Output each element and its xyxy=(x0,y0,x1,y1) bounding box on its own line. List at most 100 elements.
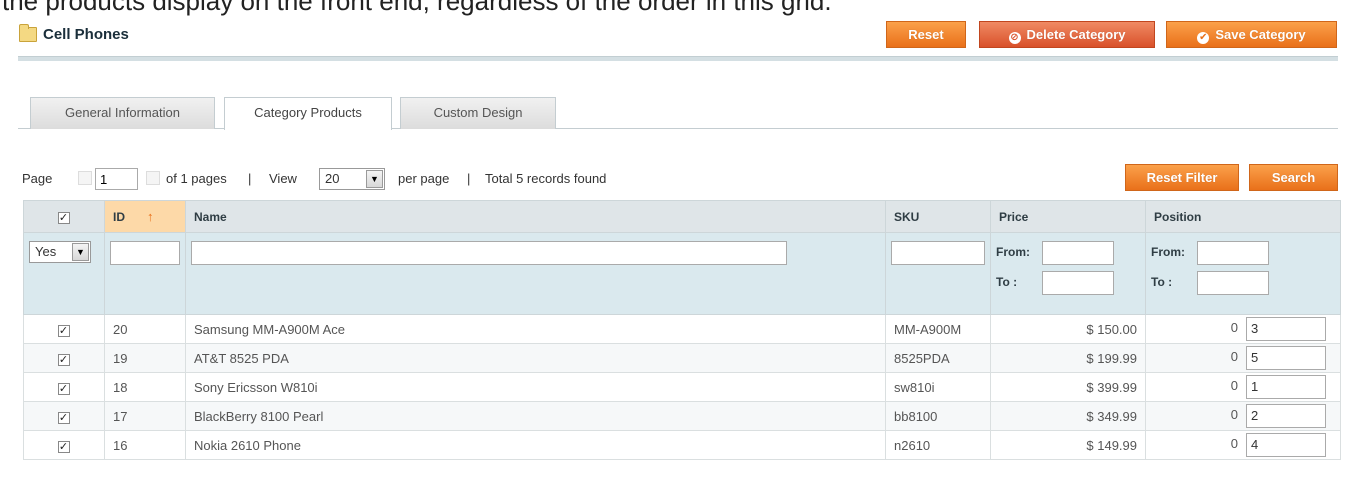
per-page-value: 20 xyxy=(325,171,340,186)
in-category-filter-select[interactable]: Yes ▼ xyxy=(29,241,91,263)
sku-header-label: SKU xyxy=(894,209,920,224)
row-select-cell[interactable]: ✓ xyxy=(23,401,105,431)
name-column-header[interactable]: Name xyxy=(185,200,886,233)
caption-text: the products display on the front end, r… xyxy=(2,0,832,16)
row-checkbox[interactable]: ✓ xyxy=(57,324,70,337)
position-input[interactable]: 3 xyxy=(1246,317,1326,341)
price-to-label: To : xyxy=(996,275,1018,290)
price-cell: $ 150.00 xyxy=(990,314,1146,344)
position-cell: 04 xyxy=(1145,430,1341,460)
select-all-header[interactable]: ✓ xyxy=(23,200,105,233)
position-default: 0 xyxy=(1230,436,1238,452)
header-divider xyxy=(18,56,1338,61)
total-records-text: Total 5 records found xyxy=(485,171,607,186)
position-from-input[interactable] xyxy=(1197,241,1269,265)
reset-filter-label: Reset Filter xyxy=(1146,170,1218,185)
name-filter-input[interactable] xyxy=(191,241,787,265)
select-all-checkbox[interactable]: ✓ xyxy=(57,211,70,224)
position-default: 0 xyxy=(1230,320,1238,336)
view-label: View xyxy=(269,171,297,186)
position-input[interactable]: 2 xyxy=(1246,404,1326,428)
price-cell: $ 199.99 xyxy=(990,343,1146,373)
pager: Page of 1 pages | View 20 ▼ per page | T… xyxy=(22,168,722,192)
position-column-header[interactable]: Position xyxy=(1145,200,1341,233)
tab-custom-design[interactable]: Custom Design xyxy=(400,97,556,129)
next-page-arrow-icon[interactable] xyxy=(146,171,160,185)
of-pages-text: of 1 pages xyxy=(166,171,227,186)
check-icon: ✔ xyxy=(1197,32,1210,44)
position-cell: 03 xyxy=(1145,314,1341,344)
pager-separator: | xyxy=(248,171,252,186)
table-row[interactable]: ✓ 17 BlackBerry 8100 Pearl bb8100 $ 349.99 0 2 xyxy=(23,401,1341,431)
price-to-input[interactable] xyxy=(1042,271,1114,295)
id-cell: 18 xyxy=(104,372,186,402)
search-button[interactable]: Search xyxy=(1249,164,1338,191)
name-cell: Samsung MM-A900M Ace xyxy=(185,314,886,344)
folder-icon xyxy=(19,24,37,42)
reset-filter-button[interactable]: Reset Filter xyxy=(1125,164,1239,191)
id-cell: 20 xyxy=(104,314,186,344)
sku-cell: n2610 xyxy=(885,430,991,460)
id-header-label: ID xyxy=(113,210,125,224)
name-cell: AT&T 8525 PDA xyxy=(185,343,886,373)
name-header-label: Name xyxy=(194,209,227,224)
price-from-input[interactable] xyxy=(1042,241,1114,265)
position-cell: 05 xyxy=(1145,343,1341,373)
id-filter-input[interactable] xyxy=(110,241,180,265)
position-from-label: From: xyxy=(1151,245,1185,260)
id-column-header[interactable]: ID ↑ xyxy=(104,200,186,233)
row-checkbox[interactable]: ✓ xyxy=(57,382,70,395)
page-number-input[interactable] xyxy=(95,168,138,190)
reset-button[interactable]: Reset xyxy=(886,21,966,48)
search-button-label: Search xyxy=(1271,170,1316,185)
per-page-label: per page xyxy=(398,171,450,186)
table-row[interactable]: ✓ 18 Sony Ericsson W810i sw810i $ 399.99 0 1 xyxy=(23,372,1341,402)
chevron-down-icon: ▼ xyxy=(72,243,89,261)
row-select-cell[interactable]: ✓ xyxy=(23,372,105,402)
price-from-label: From: xyxy=(996,245,1030,260)
sku-cell: MM-A900M xyxy=(885,314,991,344)
price-cell: $ 399.99 xyxy=(990,372,1146,402)
position-input[interactable]: 4 xyxy=(1246,433,1326,457)
save-button-label: Save Category xyxy=(1215,27,1306,42)
position-default: 0 xyxy=(1230,378,1238,394)
page-label: Page xyxy=(22,171,53,186)
position-input[interactable]: 5 xyxy=(1246,346,1326,370)
position-to-label: To : xyxy=(1151,275,1173,290)
price-header-label: Price xyxy=(999,209,1029,224)
price-column-header[interactable]: Price xyxy=(990,200,1146,233)
in-category-filter-value: Yes xyxy=(35,244,57,259)
row-select-cell[interactable]: ✓ xyxy=(23,343,105,373)
table-row[interactable]: ✓ 16 Nokia 2610 Phone n2610 $ 149.99 0 4 xyxy=(23,430,1341,460)
delete-button-label: Delete Category xyxy=(1026,27,1126,42)
save-category-button[interactable]: ✔ Save Category xyxy=(1166,21,1337,48)
prev-page-arrow-icon[interactable] xyxy=(78,171,92,185)
tab-general-information[interactable]: General Information xyxy=(30,97,215,129)
position-to-input[interactable] xyxy=(1197,271,1269,295)
sku-cell: sw810i xyxy=(885,372,991,402)
position-input[interactable]: 1 xyxy=(1246,375,1326,399)
row-checkbox[interactable]: ✓ xyxy=(57,440,70,453)
id-cell: 16 xyxy=(104,430,186,460)
row-checkbox[interactable]: ✓ xyxy=(57,411,70,424)
position-default: 0 xyxy=(1230,349,1238,365)
sku-column-header[interactable]: SKU xyxy=(885,200,991,233)
tab-category-products[interactable]: Category Products xyxy=(224,97,392,130)
row-select-cell[interactable]: ✓ xyxy=(23,430,105,460)
price-cell: $ 149.99 xyxy=(990,430,1146,460)
reset-button-label: Reset xyxy=(908,27,944,42)
name-cell: Nokia 2610 Phone xyxy=(185,430,886,460)
position-cell: 01 xyxy=(1145,372,1341,402)
row-checkbox[interactable]: ✓ xyxy=(57,353,70,366)
table-row[interactable]: ✓ 20 Samsung MM-A900M Ace MM-A900M $ 150.00 0… xyxy=(23,314,1341,344)
grid-header-row: ✓ ID ↑ Name SKU Price Position xyxy=(23,200,1341,233)
delete-category-button[interactable]: ⊘ Delete Category xyxy=(979,21,1155,48)
sku-filter-input[interactable] xyxy=(891,241,985,265)
sku-cell: 8525PDA xyxy=(885,343,991,373)
page-title: Cell Phones xyxy=(43,26,129,43)
row-select-cell[interactable]: ✓ xyxy=(23,314,105,344)
per-page-select[interactable]: 20 ▼ xyxy=(319,168,385,190)
id-cell: 19 xyxy=(104,343,186,373)
table-row[interactable]: ✓ 19 AT&T 8525 PDA 8525PDA $ 199.99 0 5 xyxy=(23,343,1341,373)
delete-icon: ⊘ xyxy=(1008,32,1021,44)
